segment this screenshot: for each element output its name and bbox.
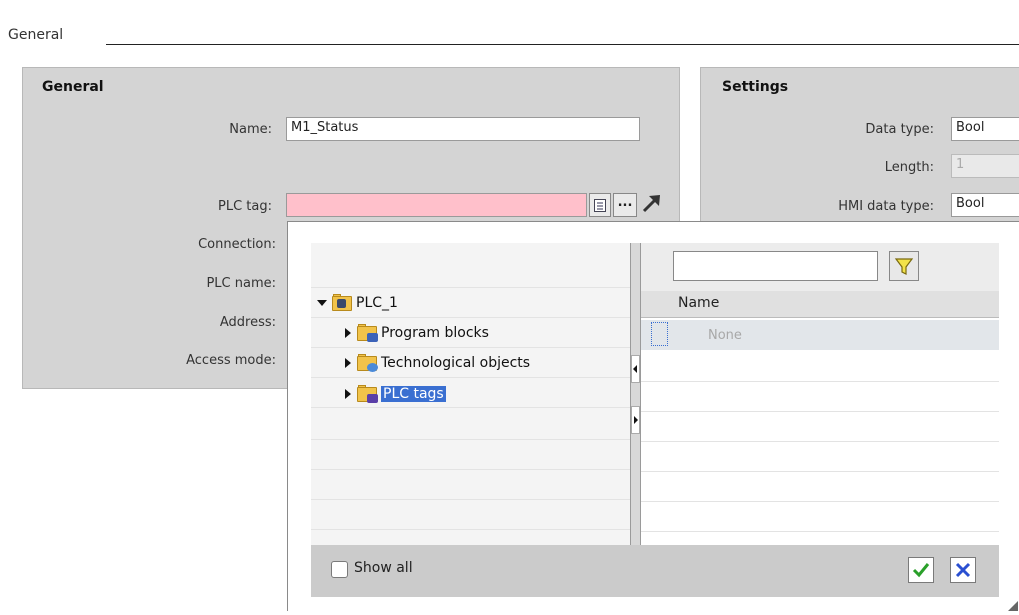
checkmark-icon <box>912 563 930 578</box>
caret-right-icon <box>634 416 638 424</box>
caret-left-icon <box>633 365 637 373</box>
expand-right-icon[interactable] <box>345 328 351 338</box>
plc-folder-icon <box>332 294 352 311</box>
resize-grip-icon[interactable] <box>1008 600 1018 615</box>
tree-item-label: Program blocks <box>381 325 489 341</box>
close-icon <box>955 562 971 578</box>
list-item[interactable] <box>641 320 999 350</box>
collapse-right-button[interactable] <box>631 406 640 434</box>
address-label: Address: <box>219 315 276 330</box>
filter-button[interactable] <box>889 251 919 281</box>
plc-tags-folder-icon <box>357 385 378 403</box>
pane-splitter[interactable] <box>630 243 641 545</box>
hmi-data-type-label: HMI data type: <box>838 199 934 214</box>
data-type-label: Data type: <box>865 122 934 137</box>
list-header-spacer <box>641 291 670 318</box>
tree-item-label: PLC tags <box>381 386 446 402</box>
tree-item-technological-objects[interactable]: Technological objects <box>345 354 531 372</box>
connection-label: Connection: <box>198 237 276 252</box>
filter-input[interactable] <box>673 251 878 281</box>
section-divider <box>106 44 1019 45</box>
row-selector-cell[interactable] <box>651 322 668 346</box>
cancel-button[interactable] <box>950 557 976 583</box>
browse-button[interactable]: ... <box>613 193 637 217</box>
list-picker-button[interactable] <box>589 193 611 217</box>
expand-down-icon[interactable] <box>317 300 327 306</box>
tree-item-plc-tags[interactable]: PLC tags <box>345 385 446 403</box>
technological-objects-folder-icon <box>357 354 378 372</box>
length-label: Length: <box>884 160 934 175</box>
list-icon <box>594 198 606 212</box>
collapse-left-button[interactable] <box>631 355 640 383</box>
goto-arrow-icon[interactable] <box>640 191 664 219</box>
tree-item-label: PLC_1 <box>356 295 398 311</box>
expand-right-icon[interactable] <box>345 389 351 399</box>
plc-name-label: PLC name: <box>206 276 276 291</box>
tree-item-label: Technological objects <box>381 355 531 371</box>
tag-picker-footer <box>311 545 999 597</box>
show-all-label[interactable]: Show all <box>354 560 413 576</box>
ok-button[interactable] <box>908 557 934 583</box>
show-all-checkbox[interactable] <box>331 561 348 578</box>
name-field[interactable]: M1_Status <box>286 117 640 141</box>
program-blocks-folder-icon <box>357 324 378 342</box>
name-label: Name: <box>229 122 272 137</box>
settings-panel-title: Settings <box>722 79 789 95</box>
access-mode-label: Access mode: <box>186 353 276 368</box>
section-title: General <box>8 27 64 43</box>
list-item-name: None <box>708 328 742 343</box>
general-panel-title: General <box>42 79 104 95</box>
tree-item-plc-1[interactable]: PLC_1 <box>317 294 398 311</box>
plc-tag-field[interactable] <box>286 193 587 217</box>
column-header-name[interactable]: Name <box>670 291 999 318</box>
tree-item-program-blocks[interactable]: Program blocks <box>345 324 489 342</box>
hmi-data-type-field[interactable]: Bool <box>951 193 1019 217</box>
plc-tag-label: PLC tag: <box>218 199 272 214</box>
expand-right-icon[interactable] <box>345 358 351 368</box>
data-type-field[interactable]: Bool <box>951 117 1019 141</box>
filter-icon <box>894 258 914 275</box>
length-field: 1 <box>951 154 1019 178</box>
